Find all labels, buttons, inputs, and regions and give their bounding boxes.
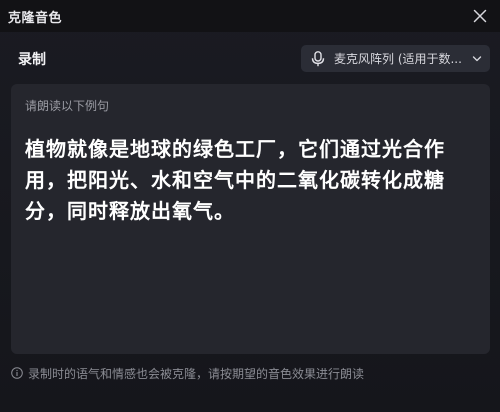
close-icon — [473, 9, 487, 23]
microphone-select-value: 麦克风阵列 (适用于数... — [334, 52, 462, 66]
microphone-select[interactable]: 麦克风阵列 (适用于数... — [301, 45, 490, 72]
prompt-card-label: 请朗读以下例句 — [25, 99, 110, 113]
clone-voice-window: 克隆音色 录制 麦克风阵列 (适用于数... 请朗读以下例句 植物就像是地球的绿… — [0, 0, 500, 412]
chevron-down-icon — [472, 55, 482, 61]
recording-hint: 录制时的语气和情感也会被克隆，请按期望的音色效果进行朗读 — [11, 364, 364, 382]
microphone-icon — [311, 50, 325, 66]
close-button[interactable] — [470, 6, 490, 26]
sample-sentence: 植物就像是地球的绿色工厂，它们通过光合作用，把阳光、水和空气中的二氧化碳转化成糖… — [25, 137, 445, 223]
title-bar: 克隆音色 — [0, 0, 500, 32]
window-title: 克隆音色 — [8, 11, 63, 26]
prompt-card: 请朗读以下例句 植物就像是地球的绿色工厂，它们通过光合作用，把阳光、水和空气中的… — [11, 84, 490, 354]
record-section-label: 录制 — [18, 52, 46, 68]
info-icon — [11, 367, 23, 379]
recording-hint-text: 录制时的语气和情感也会被克隆，请按期望的音色效果进行朗读 — [28, 366, 365, 381]
